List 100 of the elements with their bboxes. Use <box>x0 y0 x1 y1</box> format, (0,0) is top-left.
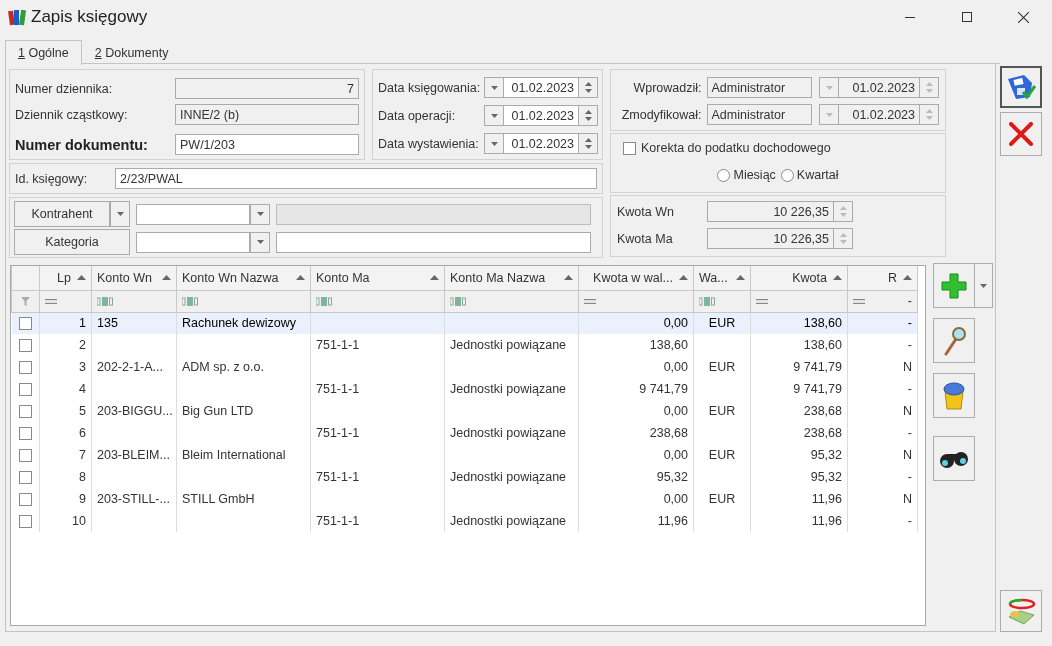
table-cell: 9 <box>39 488 92 510</box>
dropdown-button[interactable] <box>819 104 839 125</box>
field-label: Dziennik cząstkowy: <box>15 107 129 122</box>
table-cell: 138,60 <box>578 334 694 356</box>
table-row[interactable]: 1 135 Rachunek dewizowy 0,00 EUR 138,60 - <box>11 312 918 334</box>
table-cell: ADM sp. z o.o. <box>176 356 311 378</box>
dropdown-button[interactable] <box>484 77 504 98</box>
down-icon <box>584 89 592 94</box>
dropdown-button[interactable] <box>250 231 270 253</box>
column-header[interactable]: Konto Ma <box>310 266 445 290</box>
tab[interactable]: 1 Ogólne <box>5 40 82 65</box>
radio-button[interactable] <box>780 168 794 182</box>
row-checkbox[interactable] <box>18 514 32 528</box>
table-row[interactable]: 3 202-2-1-A... ADM sp. z o.o. 0,00 EUR 9 741,79 N <box>11 356 918 378</box>
filter-cell[interactable] <box>310 290 445 312</box>
maximize-icon <box>961 12 972 22</box>
close-icon <box>1009 122 1034 146</box>
table-row[interactable]: 2 751-1-1 Jednostki powiązane 138,60 138,60 - <box>11 334 918 356</box>
table-cell: 203-STILL-... <box>91 488 177 510</box>
date-field[interactable]: 01.02.2023 <box>504 77 579 98</box>
radio-button[interactable] <box>717 168 731 182</box>
row-checkbox[interactable] <box>18 448 32 462</box>
settlement-button[interactable] <box>1000 590 1043 632</box>
caret-icon <box>980 283 987 288</box>
table-row[interactable]: 6 751-1-1 Jednostki powiązane 238,68 238,68 - <box>11 422 918 444</box>
amount-field[interactable]: 10 226,35 <box>707 201 834 222</box>
spin-buttons[interactable] <box>579 77 598 98</box>
caret-icon <box>490 141 498 146</box>
sort-icon <box>564 275 573 281</box>
combo-field[interactable] <box>136 203 250 225</box>
table-cell: 5 <box>39 400 92 422</box>
column-header[interactable]: Wa... <box>693 266 751 290</box>
filter-cell[interactable] <box>176 290 311 312</box>
amount-field[interactable]: 10 226,35 <box>707 228 834 249</box>
up-icon <box>925 81 933 86</box>
sort-icon <box>296 275 305 281</box>
caret-icon <box>116 212 124 216</box>
date-field[interactable]: 01.02.2023 <box>504 133 579 154</box>
dropdown-button[interactable] <box>484 133 504 154</box>
text-field[interactable]: Administrator <box>706 104 812 125</box>
row-checkbox[interactable] <box>18 492 32 506</box>
text-field[interactable] <box>276 231 591 253</box>
text-field[interactable]: Administrator <box>706 77 812 98</box>
dropdown-button[interactable] <box>484 105 504 126</box>
column-header[interactable]: Lp <box>39 266 92 290</box>
dropdown-button[interactable] <box>819 77 839 98</box>
date-field[interactable]: 01.02.2023 <box>839 104 920 125</box>
search-button[interactable] <box>933 436 975 481</box>
table-cell: 751-1-1 <box>310 422 445 444</box>
table-row[interactable]: 9 203-STILL-... STILL GmbH 0,00 EUR 11,96 N <box>11 488 918 510</box>
combo-field[interactable] <box>136 231 250 253</box>
text-field[interactable]: PW/1/203 <box>175 134 359 155</box>
caret-icon <box>825 85 833 90</box>
table-row[interactable]: 7 203-BLEIM... Bleim International 0,00 EUR 95,32 N <box>11 444 918 466</box>
row-checkbox[interactable] <box>18 316 32 330</box>
table-cell: 0,00 <box>578 356 694 378</box>
text-field[interactable]: INNE/2 (b) <box>175 104 359 125</box>
dropdown-button[interactable] <box>110 201 130 227</box>
view-button[interactable] <box>933 318 975 363</box>
row-checkbox[interactable] <box>18 360 32 374</box>
column-header[interactable]: Kwota w wal... <box>578 266 694 290</box>
window-title: Zapis księgowy <box>31 7 148 27</box>
table-row[interactable]: 4 751-1-1 Jednostki powiązane 9 741,79 9 741,79 - <box>11 378 918 400</box>
lookup-button[interactable]: Kontrahent <box>14 201 110 227</box>
cancel-button[interactable] <box>1000 112 1043 156</box>
save-button[interactable] <box>1000 66 1043 108</box>
close-icon <box>1018 11 1029 23</box>
date-field[interactable]: 01.02.2023 <box>504 105 579 126</box>
row-checkbox[interactable] <box>18 382 32 396</box>
date-field[interactable]: 01.02.2023 <box>839 77 920 98</box>
table-cell: 95,32 <box>750 444 848 466</box>
dropdown-button[interactable] <box>250 203 270 225</box>
column-header[interactable]: Konto Wn <box>91 266 177 290</box>
row-checkbox[interactable] <box>18 404 32 418</box>
table-cell: Rachunek dewizowy <box>176 312 311 334</box>
delete-button[interactable] <box>933 373 975 418</box>
trash-bin-icon <box>943 380 965 411</box>
tab[interactable]: 2 Dokumenty <box>81 40 182 64</box>
filter-cell[interactable] <box>444 290 579 312</box>
table-cell: EUR <box>693 488 751 510</box>
column-header[interactable]: R <box>847 266 918 290</box>
table-cell: - <box>847 378 918 400</box>
row-checkbox[interactable] <box>18 338 32 352</box>
checkbox[interactable] <box>623 141 636 155</box>
text-field[interactable]: 2/23/PWAL <box>115 168 597 189</box>
spin-buttons[interactable] <box>579 105 598 126</box>
table-row[interactable]: 10 751-1-1 Jednostki powiązane 11,96 11,96 - <box>11 510 918 532</box>
column-header[interactable]: Kwota <box>750 266 848 290</box>
table-row[interactable]: 5 203-BIGGU... Big Gun LTD 0,00 EUR 238,68 N <box>11 400 918 422</box>
table-row[interactable]: 8 751-1-1 Jednostki powiązane 95,32 95,32 - <box>11 466 918 488</box>
row-checkbox[interactable] <box>18 426 32 440</box>
text-field[interactable]: 7 <box>175 78 359 99</box>
spin-buttons[interactable] <box>579 133 598 154</box>
lookup-button[interactable]: Kategoria <box>14 229 130 255</box>
add-button[interactable] <box>933 263 975 308</box>
dropdown-button[interactable] <box>975 263 993 308</box>
row-checkbox[interactable] <box>18 470 32 484</box>
column-header[interactable]: Konto Ma Nazwa <box>444 266 579 290</box>
column-header[interactable]: Konto Wn Nazwa <box>176 266 311 290</box>
table-cell: EUR <box>693 356 751 378</box>
